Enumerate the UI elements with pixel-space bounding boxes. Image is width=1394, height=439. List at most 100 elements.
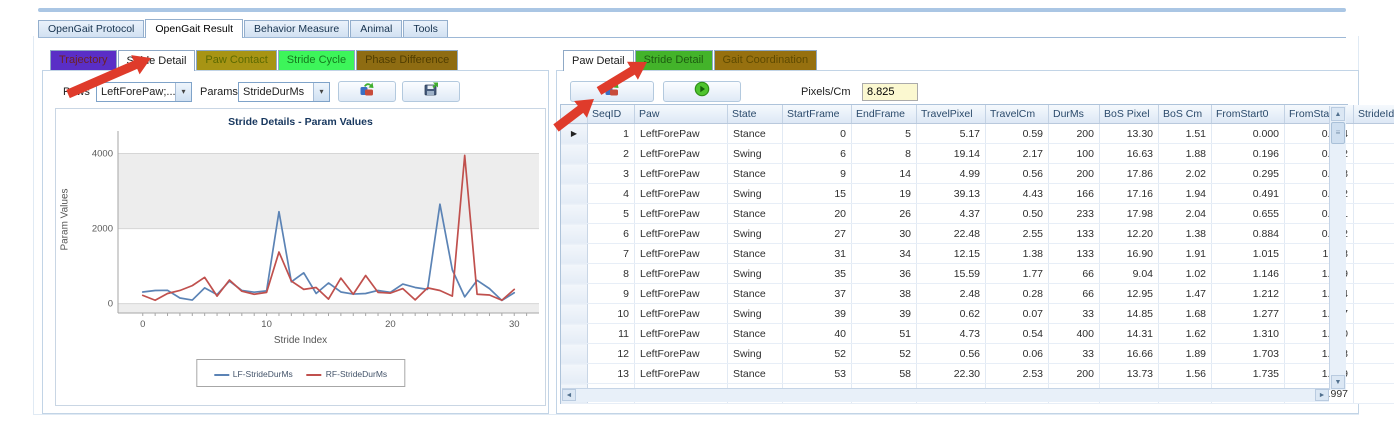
table-row[interactable]: 5LeftForePawStance20264.370.5023317.982.… (561, 204, 1394, 224)
tab-tools[interactable]: Tools (403, 20, 448, 37)
cell-endframe: 8 (852, 144, 917, 164)
cell-bos-cm: 1.62 (1159, 324, 1212, 344)
subtab-stride-detail[interactable]: Stride Detail (635, 50, 713, 70)
cell-seqid: 6 (588, 224, 635, 244)
subtab-paw-detail[interactable]: Paw Detail (563, 50, 634, 71)
col-header-startframe[interactable]: StartFrame (783, 105, 852, 124)
cell-endframe: 5 (852, 124, 917, 144)
params-dropdown[interactable]: StrideDurMs ▾ (238, 82, 330, 102)
run-button[interactable] (663, 81, 741, 102)
col-header-bos-pixel[interactable]: BoS Pixel (1100, 105, 1159, 124)
subtab-trajectory[interactable]: Trajectory (50, 50, 117, 70)
table-row[interactable]: 6LeftForePawSwing273022.482.5513312.201.… (561, 224, 1394, 244)
cell-state: Swing (728, 264, 783, 284)
row-marker[interactable] (561, 244, 588, 264)
cell-startframe: 6 (783, 144, 852, 164)
cell-bos-pixel: 17.86 (1100, 164, 1159, 184)
row-marker[interactable] (561, 364, 588, 384)
table-row[interactable]: 2LeftForePawSwing6819.142.1710016.631.88… (561, 144, 1394, 164)
table-row[interactable]: 8LeftForePawSwing353615.591.77669.041.02… (561, 264, 1394, 284)
scroll-right-icon[interactable]: ► (1315, 389, 1329, 401)
table-row[interactable]: 4LeftForePawSwing151939.134.4316617.161.… (561, 184, 1394, 204)
row-marker[interactable] (561, 224, 588, 244)
horizontal-scrollbar[interactable]: ◄ ► (562, 388, 1329, 402)
chevron-down-icon[interactable]: ▾ (313, 83, 329, 101)
cell-startframe: 39 (783, 304, 852, 324)
cell-travelcm: 0.06 (986, 344, 1049, 364)
row-marker[interactable] (561, 204, 588, 224)
pixels-cm-input[interactable] (862, 83, 918, 101)
row-marker[interactable] (561, 144, 588, 164)
cell-endframe: 51 (852, 324, 917, 344)
svg-text:30: 30 (509, 319, 520, 330)
col-header-seqid[interactable]: SeqID (588, 105, 635, 124)
cell-travelpixel: 39.13 (917, 184, 986, 204)
col-header-fromstart0[interactable]: FromStart0 (1212, 105, 1285, 124)
cell-seqid: 1 (588, 124, 635, 144)
draw-chart-button[interactable] (338, 81, 396, 102)
cell-travelcm: 0.56 (986, 164, 1049, 184)
cell-durms: 200 (1049, 164, 1100, 184)
subtab-stride-detail[interactable]: Stride Detail (118, 50, 196, 71)
col-header-endframe[interactable]: EndFrame (852, 105, 917, 124)
table-row[interactable]: ▶1LeftForePawStance055.170.5920013.301.5… (561, 124, 1394, 144)
cell-seqid: 2 (588, 144, 635, 164)
tab-opengait-protocol[interactable]: OpenGait Protocol (38, 20, 144, 37)
chevron-down-icon[interactable]: ▾ (175, 83, 191, 101)
main-tab-bar: OpenGait ProtocolOpenGait ResultBehavior… (38, 19, 1346, 38)
subtab-gait-coordination[interactable]: Gait Coordination (714, 50, 818, 70)
cell-state: Stance (728, 324, 783, 344)
cell-strideid: 6 (1354, 364, 1394, 384)
cell-bos-pixel: 17.98 (1100, 204, 1159, 224)
table-row[interactable]: 10LeftForePawSwing39390.620.073314.851.6… (561, 304, 1394, 324)
table-row[interactable]: 7LeftForePawStance313412.151.3813316.901… (561, 244, 1394, 264)
scroll-down-icon[interactable]: ▼ (1331, 375, 1345, 389)
col-header-travelpixel[interactable]: TravelPixel (917, 105, 986, 124)
tab-animal[interactable]: Animal (350, 20, 402, 37)
table-row[interactable]: 3LeftForePawStance9144.990.5620017.862.0… (561, 164, 1394, 184)
cell-startframe: 15 (783, 184, 852, 204)
vertical-scroll-thumb[interactable]: ≡ (1331, 122, 1345, 144)
cell-startframe: 37 (783, 284, 852, 304)
cell-durms: 200 (1049, 124, 1100, 144)
cell-state: Stance (728, 364, 783, 384)
col-header-bos-cm[interactable]: BoS Cm (1159, 105, 1212, 124)
paws-dropdown[interactable]: LeftForePaw;... ▾ (96, 82, 192, 102)
row-marker[interactable] (561, 164, 588, 184)
cell-bos-cm: 1.38 (1159, 224, 1212, 244)
vertical-scrollbar[interactable]: ▲ ≡ ▼ (1329, 106, 1346, 390)
subtab-stride-cycle[interactable]: Stride Cycle (278, 50, 355, 70)
row-marker[interactable] (561, 184, 588, 204)
row-marker[interactable] (561, 324, 588, 344)
col-header-paw[interactable]: Paw (635, 105, 728, 124)
row-marker[interactable] (561, 284, 588, 304)
cell-durms: 66 (1049, 284, 1100, 304)
table-row[interactable]: 11LeftForePawStance40514.730.5440014.311… (561, 324, 1394, 344)
cell-seqid: 8 (588, 264, 635, 284)
table-row[interactable]: 13LeftForePawStance535822.302.5320013.73… (561, 364, 1394, 384)
tab-opengait-result[interactable]: OpenGait Result (145, 19, 243, 38)
subtab-paw-contact[interactable]: Paw Contact (196, 50, 276, 70)
cell-seqid: 10 (588, 304, 635, 324)
load-data-button[interactable] (570, 81, 654, 102)
col-header-strideid[interactable]: StrideId (1354, 105, 1394, 124)
scroll-left-icon[interactable]: ◄ (562, 389, 576, 401)
row-marker[interactable] (561, 304, 588, 324)
table-row[interactable]: 9LeftForePawStance37382.480.286612.951.4… (561, 284, 1394, 304)
table-row[interactable]: 12LeftForePawSwing52520.560.063316.661.8… (561, 344, 1394, 364)
current-row-icon[interactable]: ▶ (561, 124, 588, 144)
cell-seqid: 9 (588, 284, 635, 304)
col-header-travelcm[interactable]: TravelCm (986, 105, 1049, 124)
stride-data-grid: SeqIDPawStateStartFrameEndFrameTravelPix… (560, 104, 1348, 404)
svg-text:0: 0 (140, 319, 145, 330)
save-chart-button[interactable] (402, 81, 460, 102)
scroll-up-icon[interactable]: ▲ (1331, 107, 1345, 121)
cell-endframe: 58 (852, 364, 917, 384)
row-marker[interactable] (561, 344, 588, 364)
row-marker[interactable] (561, 264, 588, 284)
col-header-durms[interactable]: DurMs (1049, 105, 1100, 124)
cell-travelcm: 0.07 (986, 304, 1049, 324)
col-header-state[interactable]: State (728, 105, 783, 124)
subtab-phase-difference[interactable]: Phase Difference (356, 50, 458, 70)
tab-behavior-measure[interactable]: Behavior Measure (244, 20, 349, 37)
